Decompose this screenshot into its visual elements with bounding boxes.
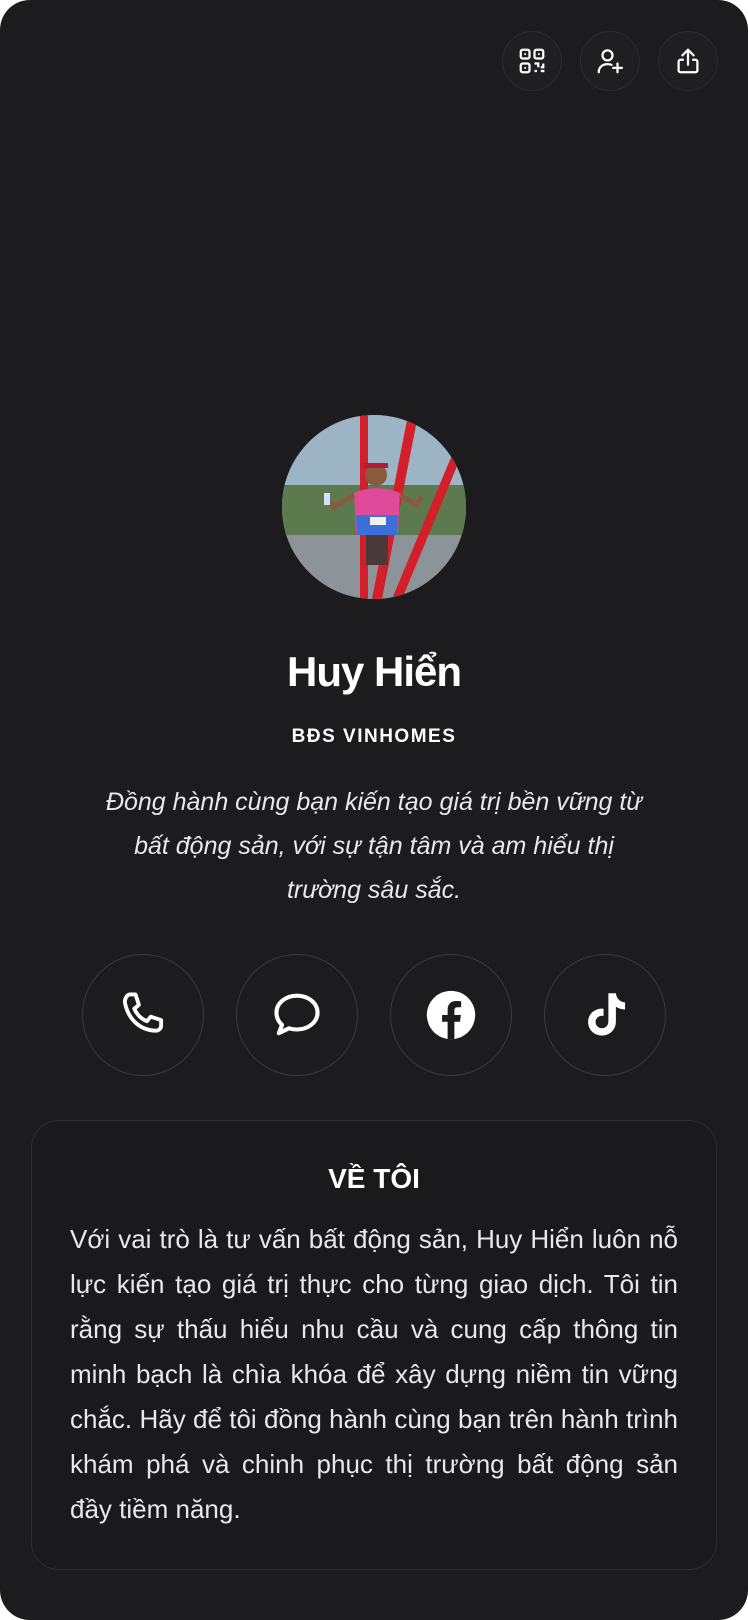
add-contact-button[interactable]: [580, 31, 640, 91]
about-card: VỀ TÔI Với vai trò là tư vấn bất động sả…: [31, 1120, 717, 1570]
qr-code-icon: [519, 48, 545, 74]
share-icon: [677, 48, 699, 74]
about-title: VỀ TÔI: [328, 1163, 420, 1194]
social-links: [82, 954, 666, 1076]
call-button[interactable]: [82, 954, 204, 1076]
profile-screen: Huy Hiển BĐS VINHOMES Đồng hành cùng bạn…: [0, 0, 748, 1620]
avatar: [282, 415, 466, 599]
company-name: BĐS VINHOMES: [291, 726, 457, 747]
add-contact-icon: [597, 49, 623, 74]
tagline: Đồng hành cùng bạn kiến tạo giá trị bền …: [105, 788, 643, 904]
phone-icon: [122, 992, 164, 1033]
facebook-icon: [426, 990, 476, 1040]
about-text: Với vai trò là tư vấn bất động sản, Huy …: [70, 1224, 678, 1524]
avatar-photo: [282, 415, 466, 599]
tiktok-icon: [588, 993, 626, 1036]
qr-code-button[interactable]: [502, 31, 562, 91]
tiktok-button[interactable]: [544, 954, 666, 1076]
share-button[interactable]: [658, 31, 718, 91]
message-icon: [274, 993, 320, 1036]
message-button[interactable]: [236, 954, 358, 1076]
facebook-button[interactable]: [390, 954, 512, 1076]
top-actions: [502, 31, 718, 91]
profile-name: Huy Hiển: [286, 648, 462, 695]
